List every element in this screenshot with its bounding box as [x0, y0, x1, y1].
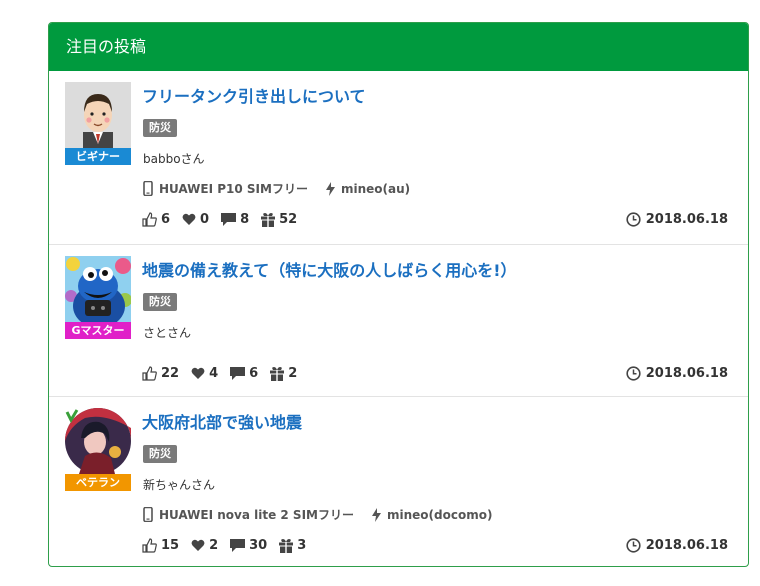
- carrier-name: mineo(docomo): [386, 507, 493, 522]
- comment-count[interactable]: 6: [230, 366, 258, 381]
- anime-character-avatar[interactable]: [65, 408, 131, 474]
- thumbs-up-icon: [142, 212, 157, 227]
- gift-count[interactable]: 3: [279, 538, 306, 553]
- category-tag[interactable]: 防災: [143, 119, 177, 137]
- favorite-count[interactable]: 2: [191, 538, 218, 553]
- post-stats: 22 4 6 2: [142, 366, 309, 381]
- post-date: 2018.06.18: [626, 538, 728, 553]
- clock-icon: [626, 366, 641, 381]
- post-title-link[interactable]: フリータンク引き出しについて: [142, 83, 366, 107]
- smartphone-icon: [143, 507, 153, 522]
- blue-monster-avatar[interactable]: [65, 256, 131, 322]
- author-name[interactable]: 新ちゃんさん: [143, 476, 215, 493]
- post-date: 2018.06.18: [626, 212, 728, 227]
- lightning-icon: [371, 507, 381, 522]
- gift-count[interactable]: 2: [270, 366, 297, 381]
- post-date: 2018.06.18: [626, 366, 728, 381]
- clock-icon: [626, 212, 641, 227]
- like-count[interactable]: 22: [142, 366, 179, 381]
- post-title-link[interactable]: 地震の備え教えて（特に大阪の人しばらく用心を!）: [142, 257, 517, 281]
- like-count[interactable]: 6: [142, 212, 170, 227]
- device-info: HUAWEI nova lite 2 SIMフリー mineo(docomo): [143, 506, 492, 523]
- smartphone-icon: [143, 181, 153, 196]
- gift-icon: [279, 538, 294, 553]
- user-rank-badge: ベテラン: [65, 474, 131, 491]
- favorite-count[interactable]: 4: [191, 366, 218, 381]
- post-item[interactable]: ビギナー フリータンク引き出しについて 防災 babboさん HUAWEI P1…: [49, 71, 748, 244]
- gift-icon: [261, 212, 276, 227]
- user-rank-badge: Gマスター: [65, 322, 131, 339]
- carrier-name: mineo(au): [340, 181, 411, 196]
- post-title-link[interactable]: 大阪府北部で強い地震: [142, 409, 302, 433]
- post-item[interactable]: ベテラン 大阪府北部で強い地震 防災 新ちゃんさん HUAWEI nova li…: [49, 396, 748, 566]
- author-name[interactable]: さとさん: [143, 324, 191, 341]
- comment-icon: [230, 367, 246, 380]
- comment-count[interactable]: 30: [230, 538, 267, 553]
- heart-icon: [182, 213, 196, 225]
- device-info: HUAWEI P10 SIMフリー mineo(au): [143, 180, 410, 197]
- comment-icon: [230, 539, 246, 552]
- clock-icon: [626, 538, 641, 553]
- gift-icon: [270, 366, 285, 381]
- gift-count[interactable]: 52: [261, 212, 297, 227]
- post-stats: 15 2 30 3: [142, 538, 318, 553]
- device-name: HUAWEI P10 SIMフリー: [159, 182, 308, 196]
- category-tag[interactable]: 防災: [143, 445, 177, 463]
- comment-icon: [221, 213, 237, 226]
- post-item[interactable]: Gマスター 地震の備え教えて（特に大阪の人しばらく用心を!） 防災 さとさん 2…: [49, 244, 748, 396]
- device-name: HUAWEI nova lite 2 SIMフリー: [159, 508, 354, 522]
- author-name[interactable]: babboさん: [143, 150, 205, 167]
- category-tag[interactable]: 防災: [143, 293, 177, 311]
- lightning-icon: [325, 181, 335, 196]
- thumbs-up-icon: [142, 538, 157, 553]
- thumbs-up-icon: [142, 366, 157, 381]
- favorite-count[interactable]: 0: [182, 212, 209, 227]
- businessman-avatar[interactable]: [65, 82, 131, 148]
- heart-icon: [191, 367, 205, 379]
- heart-icon: [191, 539, 205, 551]
- comment-count[interactable]: 8: [221, 212, 249, 227]
- user-rank-badge: ビギナー: [65, 148, 131, 165]
- post-stats: 6 0 8 52: [142, 212, 309, 227]
- panel-title: 注目の投稿: [49, 23, 748, 71]
- like-count[interactable]: 15: [142, 538, 179, 553]
- featured-posts-panel: 注目の投稿 ビギナー フリータンク引き出しについて 防災 babboさん HUA…: [48, 22, 749, 567]
